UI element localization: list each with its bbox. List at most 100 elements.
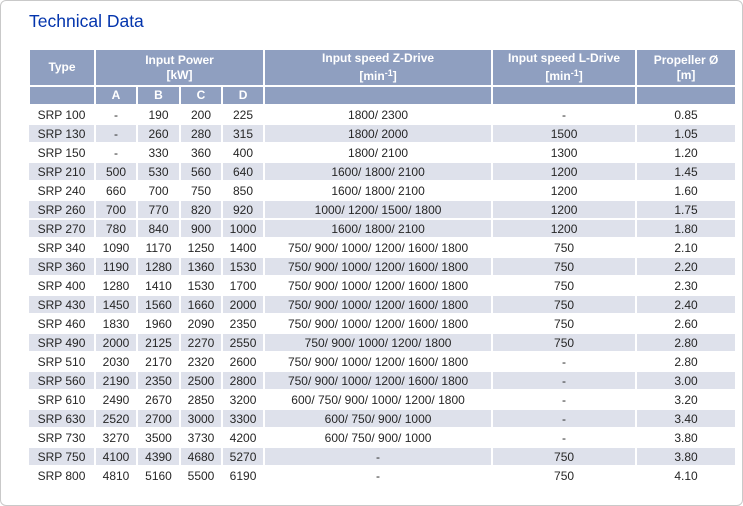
cell-type: SRP 510 — [29, 352, 95, 371]
cell-l-drive: - — [492, 352, 636, 371]
cell-b: 5160 — [137, 466, 180, 485]
page-title: Technical Data — [29, 11, 144, 32]
cell-d: 2550 — [222, 333, 264, 352]
cell-a: 2030 — [95, 352, 137, 371]
cell-l-drive: 1300 — [492, 143, 636, 162]
cell-d: 1000 — [222, 219, 264, 238]
cell-propeller: 2.30 — [636, 276, 736, 295]
table-row: SRP 6102490267028503200600/ 750/ 900/ 10… — [29, 390, 736, 409]
cell-a: 780 — [95, 219, 137, 238]
cell-a: 1280 — [95, 276, 137, 295]
cell-b: 840 — [137, 219, 180, 238]
cell-c: 200 — [180, 105, 222, 124]
cell-propeller: 1.05 — [636, 124, 736, 143]
subheader-empty-type — [29, 86, 95, 105]
cell-d: 6190 — [222, 466, 264, 485]
cell-propeller: 1.80 — [636, 219, 736, 238]
cell-type: SRP 750 — [29, 447, 95, 466]
cell-z-drive: 750/ 900/ 1000/ 1200/ 1600/ 1800 — [264, 352, 492, 371]
cell-b: 3500 — [137, 428, 180, 447]
cell-a: 2490 — [95, 390, 137, 409]
cell-type: SRP 400 — [29, 276, 95, 295]
cell-propeller: 2.80 — [636, 333, 736, 352]
cell-z-drive: 750/ 900/ 1000/ 1200/ 1600/ 1800 — [264, 276, 492, 295]
cell-type: SRP 800 — [29, 466, 95, 485]
cell-a: 2520 — [95, 409, 137, 428]
table-row: SRP 7303270350037304200600/ 750/ 900/ 10… — [29, 428, 736, 447]
cell-b: 330 — [137, 143, 180, 162]
cell-c: 2850 — [180, 390, 222, 409]
cell-a: 500 — [95, 162, 137, 181]
cell-z-drive: 750/ 900/ 1000/ 1200/ 1800 — [264, 333, 492, 352]
cell-c: 4680 — [180, 447, 222, 466]
cell-z-drive: 1000/ 1200/ 1500/ 1800 — [264, 200, 492, 219]
table-row: SRP 5602190235025002800750/ 900/ 1000/ 1… — [29, 371, 736, 390]
cell-b: 1170 — [137, 238, 180, 257]
cell-l-drive: 750 — [492, 257, 636, 276]
cell-c: 3000 — [180, 409, 222, 428]
cell-type: SRP 270 — [29, 219, 95, 238]
cell-z-drive: 1800/ 2300 — [264, 105, 492, 124]
cell-type: SRP 430 — [29, 295, 95, 314]
cell-d: 1530 — [222, 257, 264, 276]
cell-type: SRP 240 — [29, 181, 95, 200]
cell-a: - — [95, 105, 137, 124]
cell-type: SRP 260 — [29, 200, 95, 219]
cell-l-drive: - — [492, 428, 636, 447]
cell-z-drive: 600/ 750/ 900/ 1000 — [264, 409, 492, 428]
cell-a: 4810 — [95, 466, 137, 485]
cell-d: 1700 — [222, 276, 264, 295]
cell-z-drive: 600/ 750/ 900/ 1000 — [264, 428, 492, 447]
table-row: SRP 27078084090010001600/ 1800/ 21001200… — [29, 219, 736, 238]
superscript-minus-one: -1 — [571, 68, 579, 78]
cell-type: SRP 100 — [29, 105, 95, 124]
input-power-title: Input Power — [96, 53, 263, 68]
cell-a: 660 — [95, 181, 137, 200]
cell-propeller: 2.80 — [636, 352, 736, 371]
table-row: SRP 2406607007508501600/ 1800/ 210012001… — [29, 181, 736, 200]
table-row: SRP 5102030217023202600750/ 900/ 1000/ 1… — [29, 352, 736, 371]
cell-z-drive: 1800/ 2100 — [264, 143, 492, 162]
cell-a: 700 — [95, 200, 137, 219]
propeller-title: Propeller Ø — [637, 53, 735, 68]
cell-propeller: 3.80 — [636, 428, 736, 447]
cell-c: 2320 — [180, 352, 222, 371]
cell-c: 2090 — [180, 314, 222, 333]
cell-c: 900 — [180, 219, 222, 238]
cell-a: 1190 — [95, 257, 137, 276]
col-header-z-drive: Input speed Z-Drive [min-1] — [264, 49, 492, 86]
l-drive-unit: [min-1] — [493, 66, 635, 84]
table-row: SRP 4301450156016602000750/ 900/ 1000/ 1… — [29, 295, 736, 314]
cell-c: 1360 — [180, 257, 222, 276]
header-row-sub: A B C D — [29, 86, 736, 105]
cell-l-drive: 1200 — [492, 219, 636, 238]
cell-c: 820 — [180, 200, 222, 219]
cell-z-drive: 750/ 900/ 1000/ 1200/ 1600/ 1800 — [264, 371, 492, 390]
cell-type: SRP 730 — [29, 428, 95, 447]
cell-a: - — [95, 143, 137, 162]
cell-d: 5270 — [222, 447, 264, 466]
cell-c: 750 — [180, 181, 222, 200]
cell-propeller: 2.40 — [636, 295, 736, 314]
cell-l-drive: 750 — [492, 238, 636, 257]
cell-b: 2350 — [137, 371, 180, 390]
cell-d: 920 — [222, 200, 264, 219]
cell-a: 2000 — [95, 333, 137, 352]
cell-type: SRP 490 — [29, 333, 95, 352]
cell-c: 2270 — [180, 333, 222, 352]
cell-l-drive: - — [492, 409, 636, 428]
cell-c: 1530 — [180, 276, 222, 295]
input-power-unit: [kW] — [96, 68, 263, 83]
col-header-propeller: Propeller Ø [m] — [636, 49, 736, 86]
l-drive-title: Input speed L-Drive — [493, 51, 635, 66]
table-row: SRP 8004810516055006190-7504.10 — [29, 466, 736, 485]
cell-z-drive: 750/ 900/ 1000/ 1200/ 1600/ 1800 — [264, 314, 492, 333]
superscript-minus-one: -1 — [385, 68, 393, 78]
cell-l-drive: 750 — [492, 276, 636, 295]
cell-type: SRP 360 — [29, 257, 95, 276]
cell-type: SRP 210 — [29, 162, 95, 181]
cell-l-drive: 1200 — [492, 181, 636, 200]
table-row: SRP 6302520270030003300600/ 750/ 900/ 10… — [29, 409, 736, 428]
cell-c: 560 — [180, 162, 222, 181]
cell-propeller: 1.20 — [636, 143, 736, 162]
